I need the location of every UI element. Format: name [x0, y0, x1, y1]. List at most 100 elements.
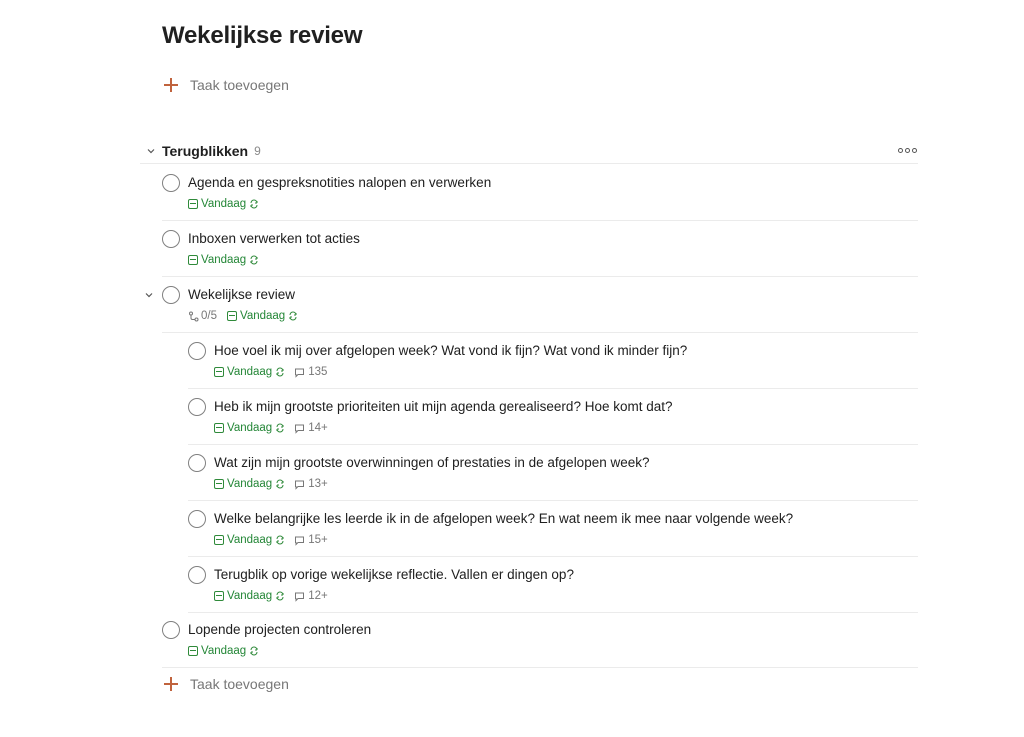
- due-label: Vandaag: [227, 478, 273, 490]
- repeat-icon: [249, 646, 259, 656]
- comment-label: 15+: [308, 534, 328, 546]
- due-label: Vandaag: [227, 534, 273, 546]
- calendar-icon: [227, 311, 237, 321]
- comment-count[interactable]: 15+: [294, 534, 328, 546]
- due-date[interactable]: Vandaag: [227, 310, 298, 322]
- subtask-row[interactable]: Heb ik mijn grootste prioriteiten uit mi…: [188, 389, 918, 445]
- due-date[interactable]: Vandaag: [188, 645, 259, 657]
- add-task-button-top[interactable]: Taak toevoegen: [162, 74, 289, 96]
- due-date[interactable]: Vandaag: [214, 534, 285, 546]
- task-title[interactable]: Inboxen verwerken tot acties: [188, 231, 360, 246]
- due-label: Vandaag: [227, 366, 273, 378]
- repeat-icon: [275, 367, 285, 377]
- due-date[interactable]: Vandaag: [188, 198, 259, 210]
- checkbox-circle-icon[interactable]: [188, 398, 206, 416]
- calendar-icon: [214, 479, 224, 489]
- subtask-count: 0/5: [188, 310, 217, 322]
- plus-icon: [162, 675, 180, 693]
- checkbox-circle-icon[interactable]: [188, 342, 206, 360]
- more-horizontal-icon[interactable]: [898, 148, 918, 153]
- task-title[interactable]: Heb ik mijn grootste prioriteiten uit mi…: [214, 399, 673, 414]
- task-meta: Vandaag: [188, 643, 259, 659]
- repeat-icon: [249, 199, 259, 209]
- subtask-row[interactable]: Welke belangrijke les leerde ik in de af…: [188, 501, 918, 557]
- task-title[interactable]: Wekelijkse review: [188, 287, 295, 302]
- due-label: Vandaag: [227, 590, 273, 602]
- task-title[interactable]: Wat zijn mijn grootste overwinningen of …: [214, 455, 650, 470]
- add-task-label: Taak toevoegen: [190, 77, 289, 93]
- repeat-icon: [275, 591, 285, 601]
- chevron-down-icon[interactable]: [140, 140, 162, 162]
- checkbox-circle-icon[interactable]: [188, 454, 206, 472]
- due-label: Vandaag: [201, 254, 247, 266]
- task-title[interactable]: Lopende projecten controleren: [188, 622, 371, 637]
- task-meta: Vandaag 135: [214, 364, 327, 380]
- checkbox-circle-icon[interactable]: [162, 286, 180, 304]
- chevron-down-icon[interactable]: [142, 288, 156, 302]
- comment-label: 14+: [308, 422, 328, 434]
- task-meta: Vandaag 14+: [214, 420, 328, 436]
- calendar-icon: [214, 591, 224, 601]
- task-meta: Vandaag: [188, 196, 259, 212]
- repeat-icon: [275, 479, 285, 489]
- task-meta: Vandaag: [188, 252, 259, 268]
- calendar-icon: [214, 423, 224, 433]
- due-date[interactable]: Vandaag: [188, 254, 259, 266]
- calendar-icon: [214, 367, 224, 377]
- checkbox-circle-icon[interactable]: [188, 510, 206, 528]
- due-date[interactable]: Vandaag: [214, 590, 285, 602]
- comment-count[interactable]: 12+: [294, 590, 328, 602]
- calendar-icon: [188, 199, 198, 209]
- subtask-row[interactable]: Hoe voel ik mij over afgelopen week? Wat…: [188, 333, 918, 389]
- task-meta: Vandaag 12+: [214, 588, 328, 604]
- comment-count[interactable]: 135: [294, 366, 327, 378]
- task-meta: Vandaag 13+: [214, 476, 328, 492]
- subtask-icon: [188, 311, 199, 322]
- task-title[interactable]: Terugblik op vorige wekelijkse reflectie…: [214, 567, 574, 582]
- repeat-icon: [288, 311, 298, 321]
- comment-icon: [294, 479, 305, 490]
- task-row[interactable]: Lopende projecten controleren Vandaag: [162, 612, 918, 668]
- repeat-icon: [275, 535, 285, 545]
- repeat-icon: [249, 255, 259, 265]
- comment-label: 12+: [308, 590, 328, 602]
- page-title: Wekelijkse review: [162, 22, 363, 49]
- checkbox-circle-icon[interactable]: [162, 230, 180, 248]
- task-meta: Vandaag 15+: [214, 532, 328, 548]
- task-title[interactable]: Hoe voel ik mij over afgelopen week? Wat…: [214, 343, 687, 358]
- comment-label: 135: [308, 366, 328, 378]
- task-meta: 0/5 Vandaag: [188, 308, 298, 324]
- comment-count[interactable]: 13+: [294, 478, 328, 490]
- calendar-icon: [188, 255, 198, 265]
- section-header: Terugblikken 9: [140, 138, 918, 164]
- due-label: Vandaag: [201, 645, 247, 657]
- add-task-button-bottom[interactable]: Taak toevoegen: [162, 673, 289, 695]
- checkbox-circle-icon[interactable]: [162, 174, 180, 192]
- task-row[interactable]: Wekelijkse review 0/5 Vandaag: [145, 277, 918, 333]
- task-title[interactable]: Agenda en gespreksnotities nalopen en ve…: [188, 175, 491, 190]
- comment-count[interactable]: 14+: [294, 422, 328, 434]
- due-date[interactable]: Vandaag: [214, 366, 285, 378]
- subtask-label: 0/5: [201, 310, 217, 322]
- due-label: Vandaag: [201, 198, 247, 210]
- comment-icon: [294, 535, 305, 546]
- task-row[interactable]: Agenda en gespreksnotities nalopen en ve…: [162, 165, 918, 221]
- section-title: Terugblikken: [162, 142, 249, 159]
- checkbox-circle-icon[interactable]: [188, 566, 206, 584]
- subtask-row[interactable]: Wat zijn mijn grootste overwinningen of …: [188, 445, 918, 501]
- checkbox-circle-icon[interactable]: [162, 621, 180, 639]
- comment-label: 13+: [308, 478, 328, 490]
- plus-icon: [162, 76, 180, 94]
- due-date[interactable]: Vandaag: [214, 478, 285, 490]
- due-label: Vandaag: [227, 422, 273, 434]
- add-task-label: Taak toevoegen: [190, 676, 289, 692]
- subtask-row[interactable]: Terugblik op vorige wekelijkse reflectie…: [188, 557, 918, 613]
- calendar-icon: [214, 535, 224, 545]
- calendar-icon: [188, 646, 198, 656]
- due-date[interactable]: Vandaag: [214, 422, 285, 434]
- comment-icon: [294, 367, 305, 378]
- task-row[interactable]: Inboxen verwerken tot acties Vandaag: [162, 221, 918, 277]
- due-label: Vandaag: [240, 310, 286, 322]
- section-count: 9: [254, 143, 261, 158]
- task-title[interactable]: Welke belangrijke les leerde ik in de af…: [214, 511, 793, 526]
